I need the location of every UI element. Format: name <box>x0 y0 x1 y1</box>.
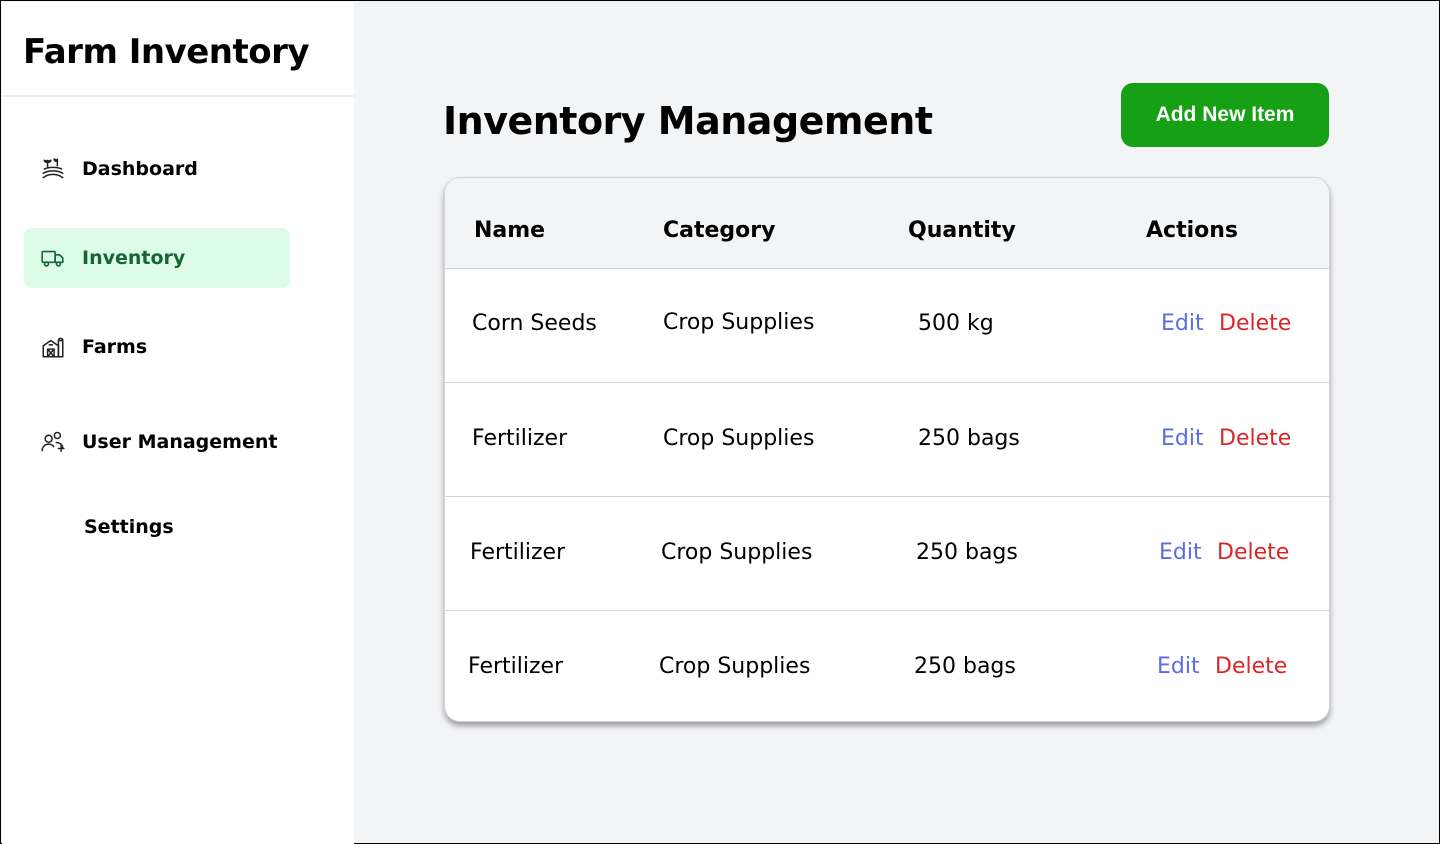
cell-quantity: 250 bags <box>916 540 1018 565</box>
sidebar-item-label: Settings <box>84 516 174 538</box>
cell-quantity: 500 kg <box>918 311 994 336</box>
cell-category: Crop Supplies <box>663 426 815 451</box>
table-row: Fertilizer Crop Supplies 250 bags Edit D… <box>445 610 1329 721</box>
farm-field-icon <box>24 156 82 182</box>
sidebar-item-label: Inventory <box>82 247 186 269</box>
sidebar-item-inventory[interactable]: Inventory <box>24 228 290 288</box>
cell-name: Fertilizer <box>470 540 566 565</box>
barn-icon <box>24 334 82 360</box>
edit-button[interactable]: Edit <box>1159 540 1202 565</box>
delete-button[interactable]: Delete <box>1217 540 1289 565</box>
edit-button[interactable]: Edit <box>1157 654 1200 679</box>
delete-button[interactable]: Delete <box>1215 654 1287 679</box>
page-title: Inventory Management <box>443 99 933 143</box>
column-header-actions: Actions <box>1146 218 1238 243</box>
sidebar-item-farms[interactable]: Farms <box>24 317 290 377</box>
truck-icon <box>24 245 82 271</box>
cell-name: Fertilizer <box>468 654 564 679</box>
app-title: Farm Inventory <box>2 2 354 97</box>
cell-category: Crop Supplies <box>663 310 815 335</box>
sidebar: Farm Inventory Dashboard Inventory Farms… <box>2 2 354 844</box>
table-row: Fertilizer Crop Supplies 250 bags Edit D… <box>445 382 1329 496</box>
delete-button[interactable]: Delete <box>1219 311 1291 336</box>
cell-quantity: 250 bags <box>914 654 1016 679</box>
sidebar-item-user-management[interactable]: User Management <box>24 412 290 472</box>
add-new-item-button[interactable]: Add New Item <box>1121 83 1329 147</box>
sidebar-item-dashboard[interactable]: Dashboard <box>24 139 290 199</box>
table-row: Corn Seeds Crop Supplies 500 kg Edit Del… <box>445 268 1329 382</box>
sidebar-item-label: Dashboard <box>82 158 198 180</box>
sidebar-item-label: Farms <box>82 336 148 358</box>
sidebar-item-settings[interactable]: Settings <box>24 497 290 557</box>
column-header-quantity[interactable]: Quantity <box>908 218 1016 243</box>
cell-category: Crop Supplies <box>661 540 813 565</box>
edit-button[interactable]: Edit <box>1161 311 1204 336</box>
app-frame: Farm Inventory Dashboard Inventory Farms… <box>0 0 1440 844</box>
cell-category: Crop Supplies <box>659 654 811 679</box>
users-add-icon <box>24 429 82 455</box>
cell-name: Fertilizer <box>472 426 568 451</box>
delete-button[interactable]: Delete <box>1219 426 1291 451</box>
table-header: Name Category Quantity Actions <box>445 178 1329 268</box>
inventory-table: Name Category Quantity Actions Corn Seed… <box>444 177 1330 722</box>
sidebar-item-label: User Management <box>82 431 278 453</box>
table-row: Fertilizer Crop Supplies 250 bags Edit D… <box>445 496 1329 610</box>
edit-button[interactable]: Edit <box>1161 426 1204 451</box>
column-header-category[interactable]: Category <box>663 218 775 243</box>
cell-name: Corn Seeds <box>472 311 597 336</box>
column-header-name[interactable]: Name <box>474 218 545 243</box>
cell-quantity: 250 bags <box>918 426 1020 451</box>
